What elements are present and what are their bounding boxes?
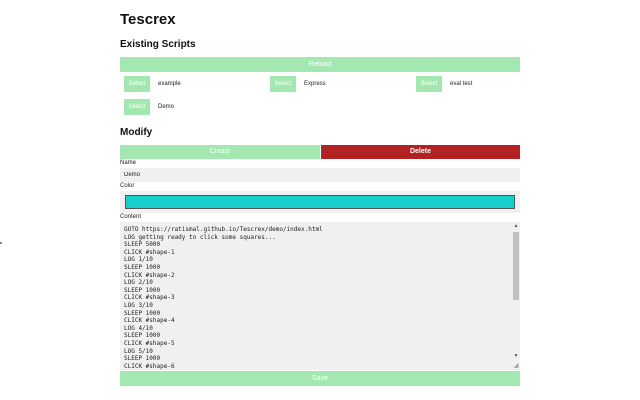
content-line: SLEEP 1000 [124, 263, 161, 271]
content-line: CLICK #shape-3 [124, 294, 175, 302]
content-textarea[interactable]: GOTO https://ratismal.github.io/Tescrex/… [120, 222, 520, 370]
reload-button[interactable]: Reload [120, 57, 520, 72]
create-button[interactable]: Create [120, 145, 320, 159]
script-name: example [158, 81, 181, 87]
name-label: Name [120, 160, 137, 166]
app-title: Tescrex [120, 11, 176, 28]
content-line: LOG 2/10 [124, 279, 153, 287]
content-line: LOG 3/10 [124, 301, 153, 309]
color-picker-field [120, 191, 520, 213]
content-line: CLICK #shape-2 [124, 271, 175, 279]
triangle-down-icon[interactable]: ▼ [512, 352, 520, 360]
content-line: SLEEP 1000 [124, 332, 161, 340]
select-script-button[interactable]: Select [416, 76, 442, 92]
content-line: GOTO https://ratismal.github.io/Tescrex/… [124, 226, 323, 233]
script-item: Select Express [270, 76, 326, 92]
content-line: CLICK #shape-4 [124, 317, 175, 325]
name-input[interactable] [120, 168, 520, 182]
triangle-up-icon[interactable]: ▲ [512, 222, 520, 230]
delete-button[interactable]: Delete [321, 145, 520, 159]
content-line: LOG 1/10 [124, 256, 153, 264]
side-marker [0, 242, 2, 244]
content-line: LOG 5/10 [124, 347, 153, 355]
content-text: GOTO https://ratismal.github.io/Tescrex/… [124, 226, 508, 370]
select-script-button[interactable]: Select [124, 99, 150, 115]
script-item: Select Demo [124, 99, 174, 115]
content-line: CLICK #shape-6 [124, 362, 175, 370]
tescrex-page: Tescrex Existing Scripts Reload Select e… [0, 0, 640, 400]
save-button[interactable]: Save [120, 371, 520, 386]
select-script-button[interactable]: Select [270, 76, 296, 92]
content-line: SLEEP 5000 [124, 241, 161, 249]
scroll-thumb[interactable] [513, 232, 519, 300]
content-line: SLEEP 1000 [124, 309, 161, 317]
color-label: Color [120, 183, 135, 189]
script-item: Select eval test [416, 76, 472, 92]
content-line: LOG 4/10 [124, 324, 153, 332]
vertical-scrollbar[interactable]: ▲ ▼ [512, 222, 520, 370]
select-script-button[interactable]: Select [124, 76, 150, 92]
content-line: CLICK #shape-5 [124, 339, 175, 347]
modify-heading: Modify [120, 127, 153, 138]
script-name: Demo [158, 104, 175, 110]
content-label: Content [120, 214, 142, 220]
color-swatch[interactable] [125, 195, 515, 209]
script-item: Select example [124, 76, 181, 92]
resize-grip-icon[interactable]: ◢ [512, 362, 520, 370]
content-line: SLEEP 1000 [124, 286, 161, 294]
content-line: LOG getting ready to click some squares.… [124, 233, 276, 241]
content-line: SLEEP 1000 [124, 355, 161, 363]
script-name: Express [304, 81, 326, 87]
script-name: eval test [450, 81, 473, 87]
content-line: CLICK #shape-1 [124, 248, 175, 256]
existing-scripts-heading: Existing Scripts [120, 39, 196, 50]
